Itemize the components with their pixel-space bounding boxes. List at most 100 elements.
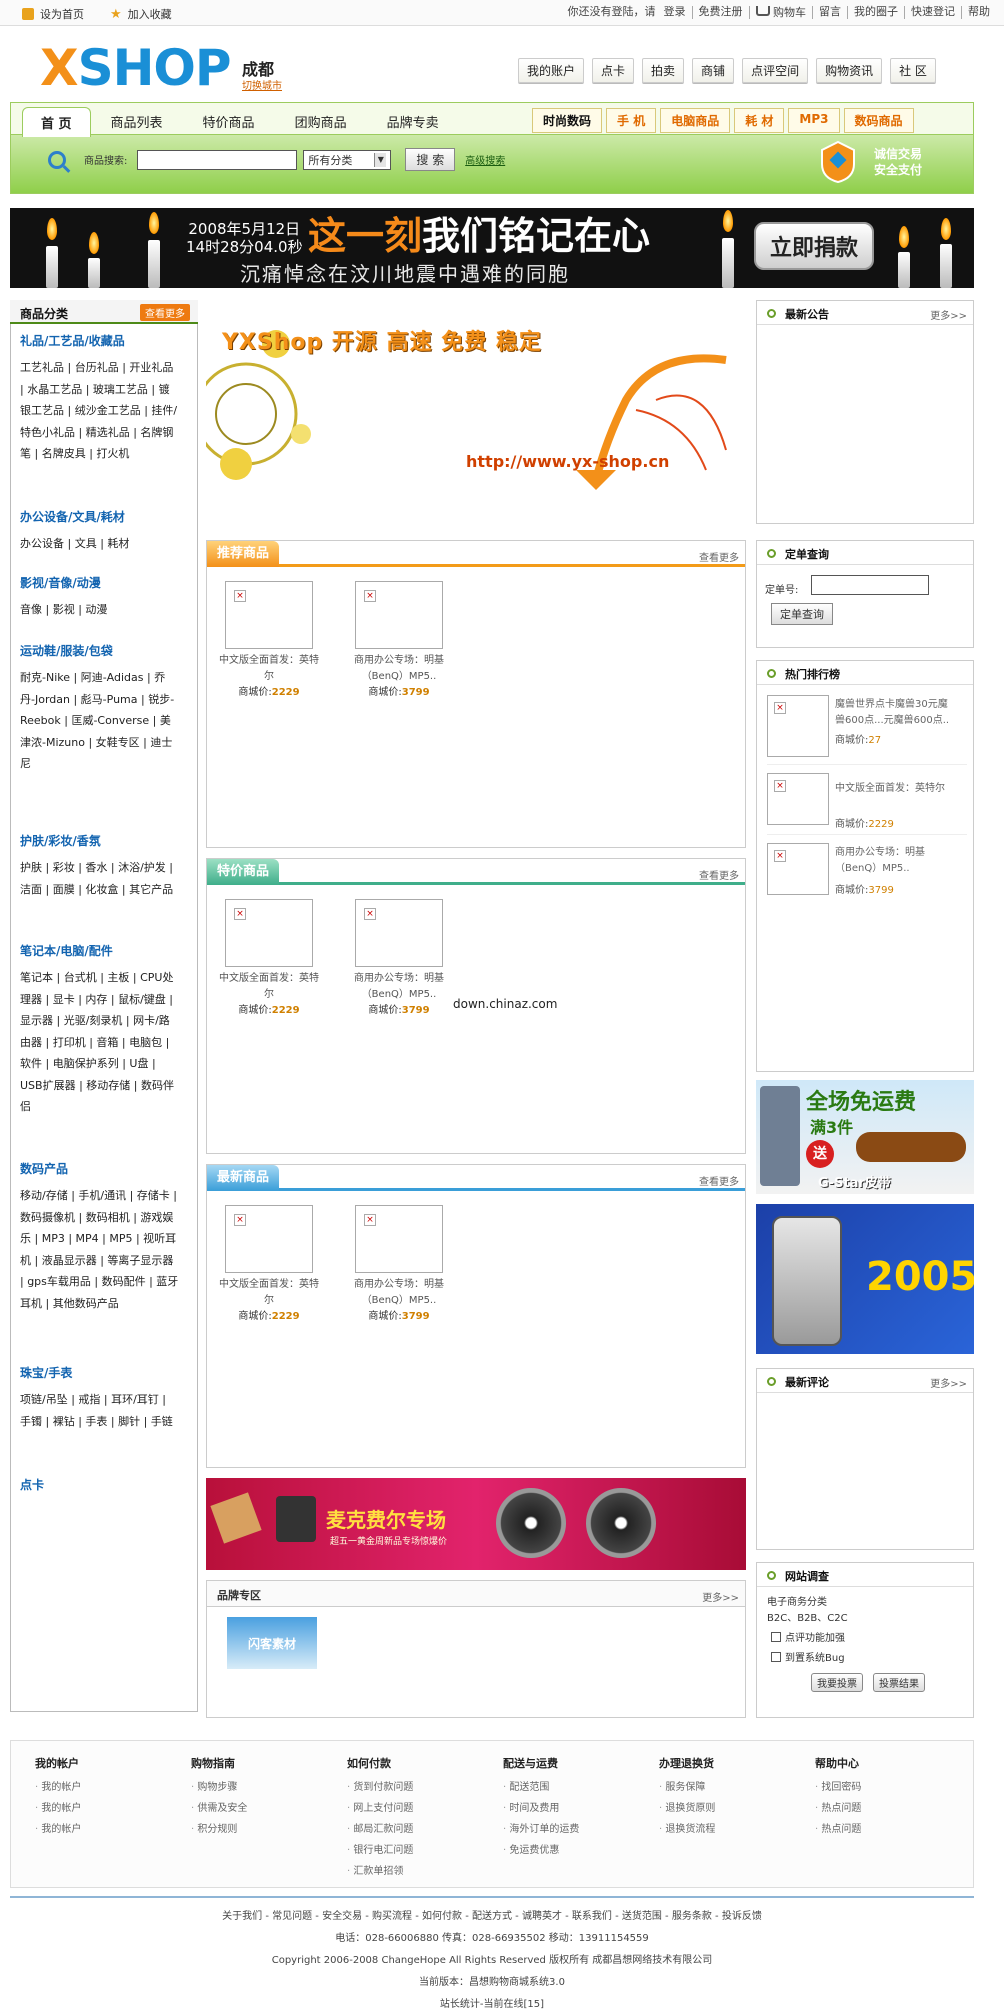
tab-product-list[interactable]: 商品列表 [91, 107, 183, 137]
cat-tab-fashion-digital[interactable]: 时尚数码 [532, 108, 603, 133]
help-link[interactable]: 帮助 [961, 6, 996, 19]
search-button[interactable]: 搜 索 [405, 148, 456, 171]
product-name[interactable]: 中文版全面首发：英特尔 [219, 1277, 319, 1309]
order-number-input[interactable] [811, 575, 929, 595]
product-image[interactable]: × [225, 581, 313, 649]
product-name[interactable]: 商用办公专场：明基（BenQ）MP5.. [349, 971, 449, 1003]
category-links[interactable]: 工艺礼品 | 台历礼品 | 开业礼品 | 水晶工艺品 | 玻璃工艺品 | 镀银工… [20, 357, 180, 465]
product-name[interactable]: 魔兽世界点卡魔兽30元魔兽600点...元魔兽600点.. [835, 697, 951, 729]
product-image[interactable]: × [767, 843, 829, 895]
product-name[interactable]: 商用办公专场：明基（BenQ）MP5.. [349, 653, 449, 685]
product-name[interactable]: 中文版全面首发：英特尔 [219, 971, 319, 1003]
tab-special[interactable]: 特价商品 [183, 107, 275, 137]
search-category-select[interactable]: 所有分类 ▼ [303, 149, 392, 170]
cat-tab-phone[interactable]: 手 机 [606, 108, 657, 133]
product-image[interactable]: × [767, 773, 829, 825]
survey-option[interactable]: 到置系统Bug [771, 1649, 845, 1664]
ranking-item[interactable]: × 中文版全面首发：英特尔 商城价:2229 [767, 773, 967, 835]
switch-city-link[interactable]: 切换城市 [242, 77, 282, 92]
category-links[interactable]: 音像 | 影视 | 动漫 [20, 599, 180, 621]
memorial-banner[interactable]: 2008年5月12日 14时28分04.0秒 这一刻我们铭记在心 沉痛悼念在汶川地… [10, 208, 974, 288]
cat-tab-mp3[interactable]: MP3 [788, 108, 840, 133]
product-image[interactable]: × [225, 899, 313, 967]
add-favorite-link[interactable]: ★ 加入收藏 [110, 6, 172, 22]
category-heading[interactable]: 珠宝/手表 [20, 1364, 180, 1381]
product-name[interactable]: 中文版全面首发：英特尔 [219, 653, 319, 685]
donate-button[interactable]: 立即捐款 [754, 222, 875, 270]
brand-logo[interactable]: 闪客素材 [227, 1617, 317, 1669]
category-links[interactable]: 耐克-Nike | 阿迪-Adidas | 乔丹-Jordan | 彪马-Pum… [20, 667, 180, 775]
product-image[interactable]: × [355, 581, 443, 649]
search-input[interactable] [137, 149, 298, 170]
quick-register-link[interactable]: 快速登记 [904, 6, 961, 19]
view-results-button[interactable]: 投票结果 [873, 1673, 925, 1692]
product-card[interactable]: × 商用办公专场：明基（BenQ）MP5.. 商城价:3799 [349, 581, 449, 701]
checkbox[interactable] [771, 1651, 781, 1662]
product-name[interactable]: 中文版全面首发：英特尔 [835, 781, 951, 797]
section-more-link[interactable]: 查看更多 [699, 549, 739, 564]
order-query-button[interactable]: 定单查询 [771, 603, 833, 625]
ad-banner[interactable]: 麦克费尔专场 超五一黄金周新品专场惊爆价 [206, 1478, 746, 1570]
message-link[interactable]: 留言 [812, 6, 847, 19]
product-image[interactable]: × [355, 899, 443, 967]
header-nav-community[interactable]: 社 区 [890, 58, 936, 83]
myspace-link[interactable]: 我的圈子 [847, 6, 904, 19]
category-heading[interactable]: 办公设备/文具/耗材 [20, 508, 180, 525]
survey-option[interactable]: 点评功能加强 [771, 1629, 845, 1644]
product-image[interactable]: × [355, 1205, 443, 1273]
header-nav-auction[interactable]: 拍卖 [642, 58, 685, 83]
footer-stats[interactable]: 站长统计-当前在线[15] [10, 1994, 974, 2016]
category-links[interactable]: 护肤 | 彩妆 | 香水 | 沐浴/护发 | 洁面 | 面膜 | 化妆盒 | 其… [20, 857, 180, 900]
set-home-link[interactable]: 设为首页 [22, 6, 84, 22]
category-links[interactable]: 办公设备 | 文具 | 耗材 [20, 533, 180, 555]
checkbox[interactable] [771, 1631, 781, 1642]
category-more-button[interactable]: 查看更多 [140, 304, 190, 321]
product-image[interactable]: × [767, 695, 829, 757]
category-links[interactable]: 笔记本 | 台式机 | 主板 | CPU处理器 | 显卡 | 内存 | 鼠标/键… [20, 967, 180, 1118]
notice-more-link[interactable]: 更多>> [930, 307, 967, 322]
vote-button[interactable]: 我要投票 [811, 1673, 863, 1692]
category-heading[interactable]: 礼品/工艺品/收藏品 [20, 332, 180, 349]
category-heading[interactable]: 影视/音像/动漫 [20, 574, 180, 591]
ranking-item[interactable]: × 魔兽世界点卡魔兽30元魔兽600点...元魔兽600点.. 商城价:27 [767, 695, 967, 765]
section-more-link[interactable]: 查看更多 [699, 867, 739, 882]
register-link[interactable]: 免费注册 [691, 6, 749, 19]
category-heading[interactable]: 点卡 [20, 1476, 180, 1493]
product-card[interactable]: × 中文版全面首发：英特尔 商城价:2229 [219, 581, 319, 701]
category-links[interactable]: 移动/存储 | 手机/通讯 | 存储卡 | 数码摄像机 | 数码相机 | 游戏娱… [20, 1185, 180, 1314]
site-logo[interactable]: XSHOP [40, 40, 232, 96]
cat-tab-digital[interactable]: 数码商品 [843, 108, 914, 133]
product-card[interactable]: × 中文版全面首发：英特尔 商城价:2229 [219, 899, 319, 1019]
section-more-link[interactable]: 更多>> [702, 1589, 739, 1604]
category-heading[interactable]: 运动鞋/服装/包袋 [20, 642, 180, 659]
tab-home[interactable]: 首 页 [22, 107, 91, 137]
product-card[interactable]: × 中文版全面首发：英特尔 商城价:2229 [219, 1205, 319, 1325]
product-image[interactable]: × [225, 1205, 313, 1273]
free-shipping-ad[interactable]: 全场免运费 满3件 送 G-Star皮带 [756, 1080, 974, 1194]
tab-group[interactable]: 团购商品 [275, 107, 367, 137]
header-nav-news[interactable]: 购物资讯 [816, 58, 883, 83]
header-nav-review[interactable]: 点评空间 [742, 58, 809, 83]
cat-tab-supplies[interactable]: 耗 材 [734, 108, 785, 133]
promo-flash[interactable]: YXShop 开源 高速 免费 稳定 http://www.yx-shop.cn [206, 300, 746, 508]
category-links[interactable]: 项链/吊坠 | 戒指 | 耳环/耳钉 | 手镯 | 裸钻 | 手表 | 脚针 |… [20, 1389, 180, 1432]
product-name[interactable]: 商用办公专场：明基（BenQ）MP5.. [349, 1277, 449, 1309]
header-nav-shop[interactable]: 商铺 [692, 58, 735, 83]
cat-tab-computer[interactable]: 电脑商品 [660, 108, 731, 133]
login-link[interactable]: 登录 [658, 6, 692, 19]
tab-brand[interactable]: 品牌专卖 [367, 107, 459, 137]
header-nav-card[interactable]: 点卡 [592, 58, 635, 83]
cart-link[interactable]: 购物车 [748, 6, 813, 19]
product-name[interactable]: 商用办公专场：明基（BenQ）MP5.. [835, 845, 951, 877]
product-card[interactable]: × 商用办公专场：明基（BenQ）MP5.. 商城价:3799 [349, 899, 449, 1019]
advanced-search-link[interactable]: 高级搜索 [465, 152, 505, 167]
category-heading[interactable]: 笔记本/电脑/配件 [20, 942, 180, 959]
category-heading[interactable]: 数码产品 [20, 1160, 180, 1177]
category-heading[interactable]: 护肤/彩妆/香氛 [20, 832, 180, 849]
comment-more-link[interactable]: 更多>> [930, 1375, 967, 1390]
ranking-item[interactable]: × 商用办公专场：明基（BenQ）MP5.. 商城价:3799 [767, 843, 967, 905]
product-card[interactable]: × 商用办公专场：明基（BenQ）MP5.. 商城价:3799 [349, 1205, 449, 1325]
header-nav-account[interactable]: 我的账户 [518, 58, 585, 83]
section-more-link[interactable]: 查看更多 [699, 1173, 739, 1188]
phone-ad[interactable]: 2005 [756, 1204, 974, 1354]
